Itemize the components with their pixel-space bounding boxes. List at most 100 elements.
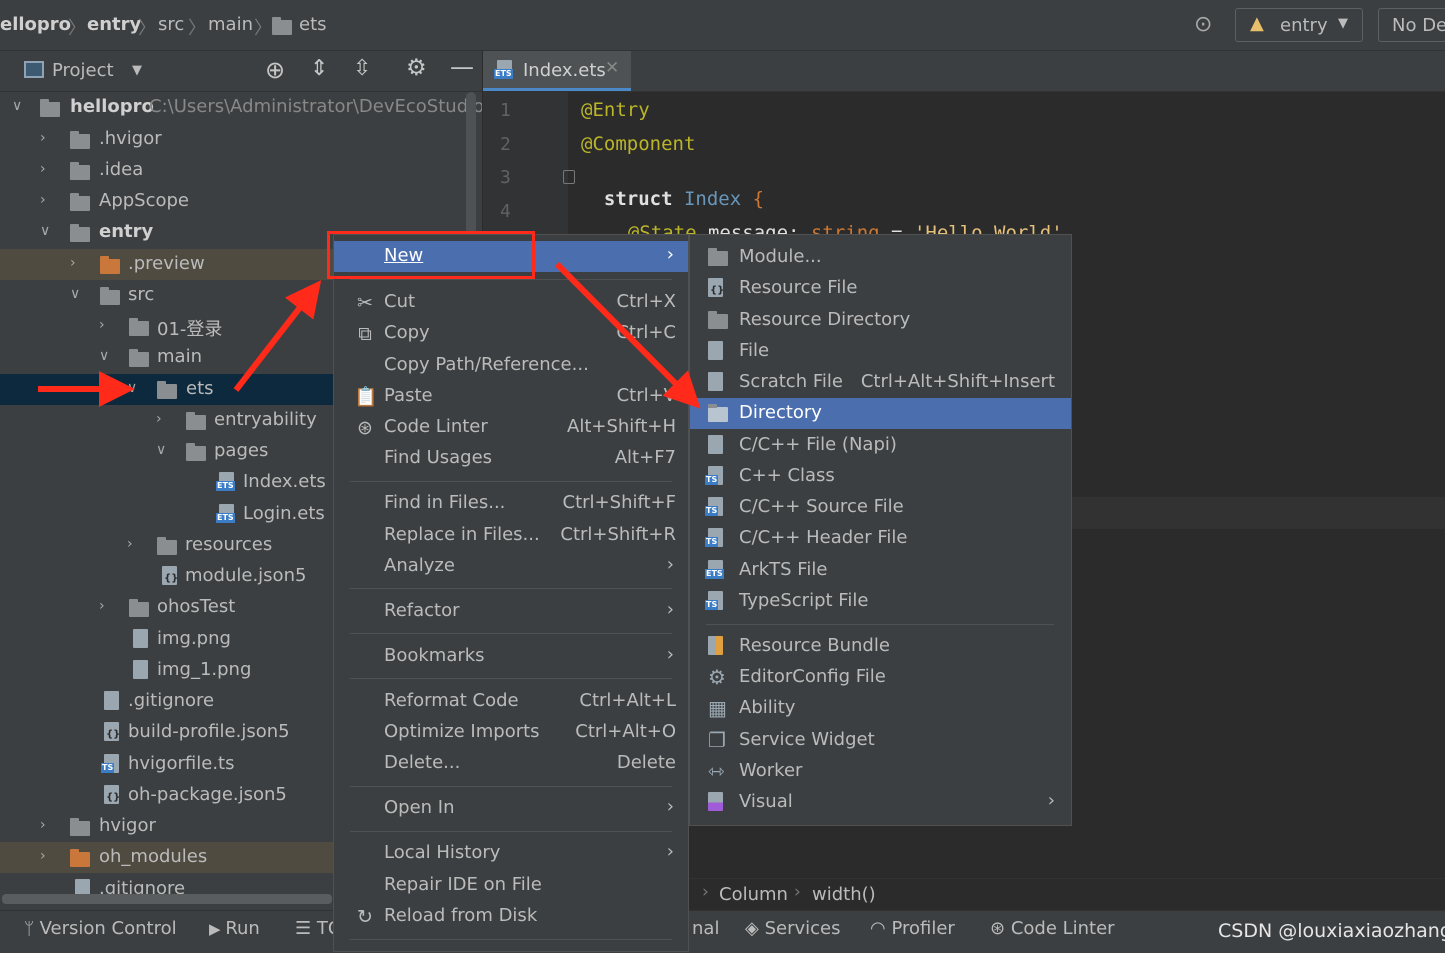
chevron-right-icon[interactable]: › xyxy=(156,411,162,427)
services-tool[interactable]: ◈ Services xyxy=(745,918,840,939)
menu-item-copy[interactable]: ⧉ Copy Ctrl+C xyxy=(334,318,688,349)
fold-icon[interactable] xyxy=(563,170,575,184)
menu-item-analyze[interactable]: Analyze › xyxy=(334,551,688,582)
tree-item-oh-package[interactable]: oh-package.json5 xyxy=(0,780,334,811)
breadcrumb-entry[interactable]: entry xyxy=(87,14,141,35)
tree-item-hvigor[interactable]: › hvigor xyxy=(0,811,334,842)
tree-item-gitignore[interactable]: .gitignore xyxy=(0,686,334,717)
menu-item-reformat[interactable]: Reformat Code Ctrl+Alt+L xyxy=(334,686,688,717)
menu-item-find-in-files[interactable]: Find in Files... Ctrl+Shift+F xyxy=(334,488,688,519)
menu-item-delete[interactable]: Delete... Delete xyxy=(334,748,688,779)
submenu-item-resource-bundle[interactable]: Resource Bundle xyxy=(690,631,1071,662)
submenu-item-service-widget[interactable]: ❐ Service Widget xyxy=(690,725,1071,756)
tree-item-ohostest[interactable]: › ohosTest xyxy=(0,592,334,623)
code-linter-tool[interactable]: ⊛ Code Linter xyxy=(990,918,1115,939)
chevron-right-icon[interactable]: › xyxy=(40,192,46,208)
submenu-item-resource-file[interactable]: Resource File xyxy=(690,273,1071,304)
locate-icon[interactable]: ⊕ xyxy=(265,56,285,84)
menu-item-reload[interactable]: ↻ Reload from Disk xyxy=(334,901,688,932)
tree-item-oh-modules[interactable]: › oh_modules xyxy=(0,842,334,873)
chevron-right-icon[interactable]: › xyxy=(40,848,46,864)
chevron-down-icon[interactable]: ∨ xyxy=(127,380,137,396)
gear-icon[interactable]: ⚙ xyxy=(406,55,427,81)
submenu-item-c-source[interactable]: C/C++ Source File xyxy=(690,492,1071,523)
tree-item-preview[interactable]: › .preview xyxy=(0,249,334,280)
tree-item-hvigorfile[interactable]: hvigorfile.ts xyxy=(0,749,334,780)
tree-item-idea[interactable]: › .idea xyxy=(0,155,334,186)
menu-item-code-linter[interactable]: ⊛ Code Linter Alt+Shift+H xyxy=(334,412,688,443)
tree-item-pages[interactable]: ∨ pages xyxy=(0,436,334,467)
menu-item-paste[interactable]: 📋 Paste Ctrl+V xyxy=(334,381,688,412)
submenu-item-visual[interactable]: Visual › xyxy=(690,787,1071,818)
chevron-right-icon[interactable]: › xyxy=(99,598,105,614)
terminal-tool[interactable]: nal xyxy=(692,918,719,939)
tree-item-index-ets[interactable]: Index.ets xyxy=(0,467,334,498)
chevron-right-icon[interactable]: › xyxy=(99,317,105,333)
tree-item-login-ets[interactable]: Login.ets xyxy=(0,499,334,530)
chevron-right-icon[interactable]: › xyxy=(40,161,46,177)
tree-item-img-png[interactable]: img.png xyxy=(0,624,334,655)
chevron-down-icon[interactable]: ∨ xyxy=(12,98,22,114)
menu-item-copy-path[interactable]: Copy Path/Reference... xyxy=(334,350,688,381)
tree-item-build-profile[interactable]: build-profile.json5 xyxy=(0,717,334,748)
submenu-item-cpp-class[interactable]: C++ Class xyxy=(690,461,1071,492)
submenu-item-c-header[interactable]: C/C++ Header File xyxy=(690,523,1071,554)
editor-tab-index[interactable]: Index.ets ✕ xyxy=(483,51,631,91)
tree-item-ets[interactable]: ∨ ets xyxy=(0,374,334,405)
chevron-down-icon[interactable]: ▼ xyxy=(132,63,142,78)
menu-item-find-usages[interactable]: Find Usages Alt+F7 xyxy=(334,443,688,474)
menu-item-replace-in-files[interactable]: Replace in Files... Ctrl+Shift+R xyxy=(334,520,688,551)
version-control-tool[interactable]: ᛘ Version Control xyxy=(24,918,177,939)
menu-item-repair-ide[interactable]: Repair IDE on File xyxy=(334,870,688,901)
submenu-item-editorconfig[interactable]: ⚙ EditorConfig File xyxy=(690,662,1071,693)
submenu-item-c-napi[interactable]: C/C++ File (Napi) xyxy=(690,430,1071,461)
chevron-down-icon[interactable]: ∨ xyxy=(156,442,166,458)
project-view-title[interactable]: Project xyxy=(52,60,114,81)
horizontal-scrollbar[interactable] xyxy=(2,894,332,904)
submenu-item-typescript[interactable]: TypeScript File xyxy=(690,586,1071,617)
target-icon[interactable]: ⊙ xyxy=(1194,12,1212,37)
code-crumb-column[interactable]: Column xyxy=(719,884,788,905)
tree-item-hvigor-dir[interactable]: › .hvigor xyxy=(0,124,334,155)
chevron-down-icon[interactable]: ∨ xyxy=(40,223,50,239)
submenu-item-arkts[interactable]: ArkTS File xyxy=(690,555,1071,586)
menu-item-local-history[interactable]: Local History › xyxy=(334,838,688,869)
tree-item-entryability[interactable]: › entryability xyxy=(0,405,334,436)
device-dropdown[interactable]: No De xyxy=(1378,8,1445,42)
tree-root[interactable]: ∨ hellopro C:\Users\Administrator\DevEco… xyxy=(0,92,482,123)
minimize-icon[interactable]: — xyxy=(450,53,474,81)
chevron-right-icon[interactable]: › xyxy=(40,130,46,146)
profiler-tool[interactable]: ◠ Profiler xyxy=(870,918,955,939)
tree-item-main[interactable]: ∨ main xyxy=(0,342,334,373)
expand-all-icon[interactable]: ⇕ xyxy=(310,56,328,81)
submenu-item-file[interactable]: File xyxy=(690,336,1071,367)
close-icon[interactable]: ✕ xyxy=(605,58,619,78)
submenu-item-resource-directory[interactable]: Resource Directory xyxy=(690,305,1071,336)
chevron-right-icon[interactable]: › xyxy=(40,817,46,833)
menu-item-bookmarks[interactable]: Bookmarks › xyxy=(334,641,688,672)
tree-item-entry[interactable]: ∨ entry xyxy=(0,217,334,248)
run-tool[interactable]: ▶ Run xyxy=(209,918,260,939)
breadcrumb-main[interactable]: main xyxy=(208,14,253,35)
breadcrumb-project[interactable]: ellopro xyxy=(0,14,71,35)
submenu-item-directory[interactable]: Directory xyxy=(690,398,1071,429)
chevron-down-icon[interactable]: ∨ xyxy=(70,286,80,302)
tree-item-appscope[interactable]: › AppScope xyxy=(0,186,334,217)
submenu-item-ability[interactable]: ▦ Ability xyxy=(690,693,1071,724)
run-config-dropdown[interactable]: ▲ entry ▼ xyxy=(1235,8,1363,42)
menu-item-cut[interactable]: ✂ Cut Ctrl+X xyxy=(334,287,688,318)
menu-item-open-in[interactable]: Open In › xyxy=(334,793,688,824)
menu-item-optimize-imports[interactable]: Optimize Imports Ctrl+Alt+O xyxy=(334,717,688,748)
code-crumb-width[interactable]: width() xyxy=(812,884,876,905)
tree-item-img1-png[interactable]: img_1.png xyxy=(0,655,334,686)
submenu-item-worker[interactable]: ⇿ Worker xyxy=(690,756,1071,787)
collapse-all-icon[interactable]: ⇳ xyxy=(353,56,371,81)
chevron-right-icon[interactable]: › xyxy=(70,255,76,271)
breadcrumb-src[interactable]: src xyxy=(158,14,184,35)
breadcrumb-ets[interactable]: ets xyxy=(299,14,327,35)
chevron-right-icon[interactable]: › xyxy=(127,536,133,552)
submenu-item-scratch-file[interactable]: Scratch File Ctrl+Alt+Shift+Insert xyxy=(690,367,1071,398)
submenu-item-module[interactable]: Module... xyxy=(690,242,1071,273)
tree-item-module-json5[interactable]: module.json5 xyxy=(0,561,334,592)
tree-item-src[interactable]: ∨ src xyxy=(0,280,334,311)
